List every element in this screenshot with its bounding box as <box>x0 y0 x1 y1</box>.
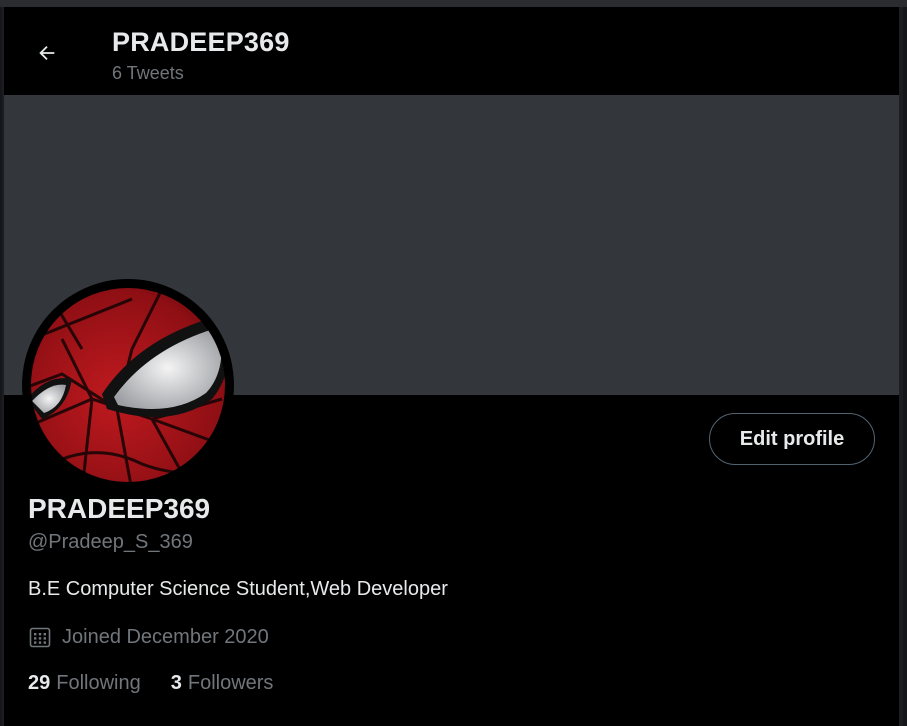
followers-count: 3 <box>170 672 182 694</box>
window-top-strip <box>0 0 907 7</box>
following-link[interactable]: 29 Following <box>28 672 141 695</box>
join-date: Joined December 2020 <box>28 625 269 649</box>
following-count: 29 <box>28 672 51 694</box>
user-handle: @Pradeep_S_369 <box>28 531 193 553</box>
followers-link[interactable]: 3 Followers <box>171 672 274 695</box>
edit-profile-button[interactable]: Edit profile <box>709 413 875 465</box>
followers-label: Followers <box>187 672 274 694</box>
profile-header: PRADEEP369 6 Tweets <box>4 7 899 95</box>
header-title: PRADEEP369 <box>112 27 290 57</box>
header-tweet-count: 6 Tweets <box>112 63 184 83</box>
calendar-icon <box>29 627 51 648</box>
profile-page: PRADEEP369 6 Tweets Edit profile PRADEEP… <box>2 7 903 726</box>
avatar[interactable] <box>22 279 234 491</box>
back-button[interactable] <box>32 38 62 68</box>
following-label: Following <box>56 672 141 694</box>
bio: B.E Computer Science Student,Web Develop… <box>28 578 448 600</box>
join-date-label: Joined December 2020 <box>62 625 269 648</box>
display-name: PRADEEP369 <box>28 493 211 524</box>
spider-man-mask-avatar <box>25 282 231 488</box>
follow-stats: 29 Following 3 Followers <box>28 672 303 695</box>
arrow-left-icon <box>39 45 55 61</box>
